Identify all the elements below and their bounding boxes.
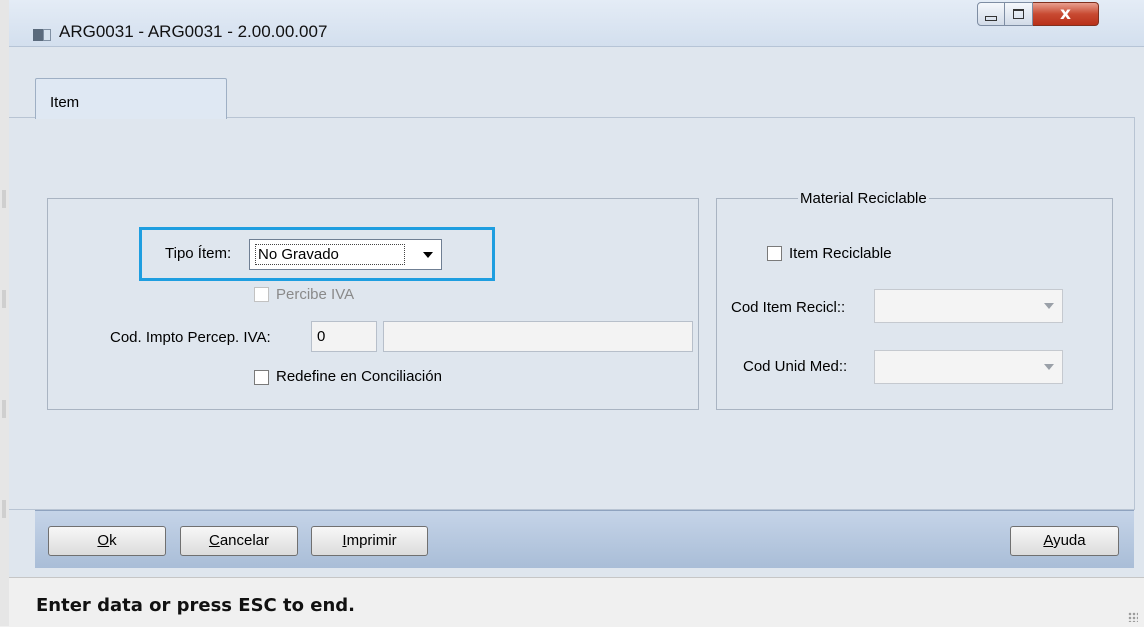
cancelar-button[interactable]: Cancelar xyxy=(180,526,298,556)
desktop-edge xyxy=(0,0,9,626)
dropdown-arrow-icon xyxy=(423,252,433,258)
tipo-item-select[interactable]: No Gravado xyxy=(249,239,442,270)
percibe-iva-label: Percibe IVA xyxy=(276,286,355,303)
tab-label: Item xyxy=(50,94,80,111)
title-bar[interactable]: ARG0031 - ARG0031 - 2.00.00.007 x xyxy=(9,0,1144,47)
minimize-button[interactable] xyxy=(977,2,1005,26)
dropdown-arrow-icon xyxy=(1044,303,1054,309)
tipo-item-value: No Gravado xyxy=(255,244,405,265)
minimize-icon xyxy=(985,15,997,21)
redefine-label: Redefine en Conciliación xyxy=(276,368,442,385)
resize-grip-icon[interactable] xyxy=(1128,612,1138,622)
dialog-window: ARG0031 - ARG0031 - 2.00.00.007 x Item M… xyxy=(0,0,1144,627)
close-icon: x xyxy=(1060,4,1071,24)
app-icon xyxy=(33,29,51,41)
cod-unid-med-select[interactable] xyxy=(874,350,1063,384)
maximize-button[interactable] xyxy=(1005,2,1033,26)
dropdown-arrow-icon xyxy=(1044,364,1054,370)
cod-impto-code-field[interactable]: 0 xyxy=(311,321,377,352)
percibe-iva-checkbox[interactable] xyxy=(254,287,269,302)
panel-edge xyxy=(9,567,35,577)
tipo-item-label: Tipo Ítem: xyxy=(165,245,232,262)
item-reciclable-checkbox[interactable] xyxy=(767,246,782,261)
close-button[interactable]: x xyxy=(1033,2,1099,26)
maximize-icon xyxy=(1013,9,1024,19)
ok-button[interactable]: Ok xyxy=(48,526,166,556)
cod-impto-description-field[interactable] xyxy=(383,321,693,352)
status-message: Enter data or press ESC to end. xyxy=(36,595,356,616)
window-controls: x xyxy=(977,2,1099,28)
imprimir-button[interactable]: Imprimir xyxy=(311,526,428,556)
cod-item-recicl-select[interactable] xyxy=(874,289,1063,323)
cod-unid-med-label: Cod Unid Med:: xyxy=(743,358,848,375)
item-reciclable-label: Item Reciclable xyxy=(789,245,892,262)
redefine-checkbox[interactable] xyxy=(254,370,269,385)
status-bar: Enter data or press ESC to end. xyxy=(9,577,1144,627)
ayuda-button[interactable]: Ayuda xyxy=(1010,526,1119,556)
cod-item-recicl-label: Cod Item Recicl:: xyxy=(731,299,846,316)
tab-item[interactable]: Item xyxy=(35,78,227,119)
material-reciclable-legend: Material Reciclable xyxy=(798,190,929,207)
cod-impto-label: Cod. Impto Percep. IVA: xyxy=(110,329,271,346)
window-title: ARG0031 - ARG0031 - 2.00.00.007 xyxy=(59,22,328,41)
